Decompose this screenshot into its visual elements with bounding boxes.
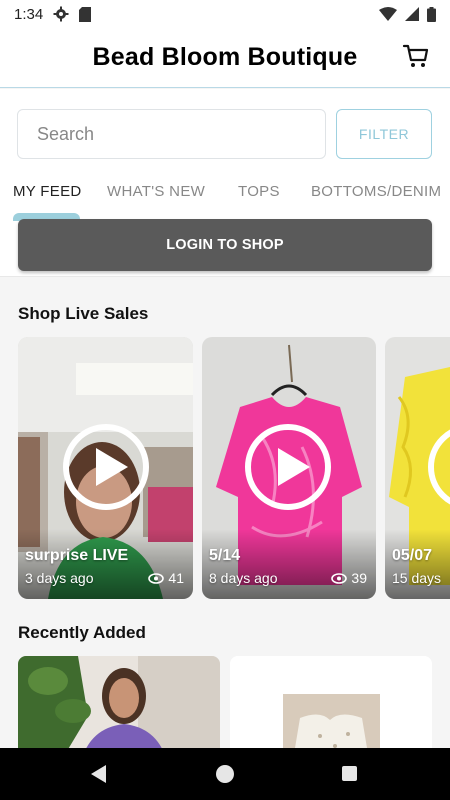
live-sale-date: 3 days ago — [25, 570, 94, 586]
tab-bottoms-denim[interactable]: BOTTOMS/DENIM — [311, 183, 441, 200]
login-banner: LOGIN TO SHOP — [0, 219, 450, 277]
live-sale-title: surprise LIVE — [25, 547, 129, 564]
live-sales-heading: Shop Live Sales — [18, 304, 149, 323]
app-header: Bead Bloom Boutique — [0, 28, 450, 88]
gear-icon — [53, 6, 69, 22]
app-screen: 1:34 Bead Bloom Boutique Search FILTER M… — [0, 0, 450, 800]
eye-icon — [148, 572, 165, 584]
recents-icon[interactable] — [342, 766, 357, 781]
search-row: Search FILTER — [0, 89, 450, 177]
app-title: Bead Bloom Boutique — [92, 43, 358, 71]
wifi-icon — [379, 7, 397, 21]
tab-my-feed[interactable]: MY FEED — [13, 183, 82, 200]
signal-icon — [405, 7, 419, 21]
sd-card-icon — [79, 6, 92, 22]
view-count: 41 — [148, 570, 184, 586]
status-time: 1:34 — [14, 5, 44, 23]
battery-icon — [427, 6, 436, 22]
search-input[interactable]: Search — [17, 109, 326, 159]
view-count-value: 39 — [351, 570, 367, 586]
live-sale-title: 05/07 — [392, 547, 433, 564]
filter-button[interactable]: FILTER — [336, 109, 432, 159]
live-sale-date: 8 days ago — [209, 570, 278, 586]
back-icon[interactable] — [91, 765, 106, 783]
status-bar: 1:34 — [0, 0, 450, 28]
system-nav-bar — [0, 748, 450, 800]
eye-icon — [331, 572, 348, 584]
live-sale-card[interactable]: 5/14 8 days ago 39 — [202, 337, 376, 599]
category-tabs: MY FEED WHAT'S NEW TOPS BOTTOMS/DENIM — [0, 177, 450, 221]
play-icon[interactable] — [63, 424, 149, 510]
play-icon[interactable] — [245, 424, 331, 510]
live-sale-date: 15 days — [392, 570, 442, 586]
cart-icon[interactable] — [402, 42, 430, 70]
view-count: 39 — [331, 570, 367, 586]
recently-added-heading: Recently Added — [18, 623, 146, 642]
live-sale-title: 5/14 — [209, 547, 241, 564]
live-sale-card[interactable]: 05/07 15 days — [385, 337, 450, 599]
tab-tops[interactable]: TOPS — [238, 183, 280, 200]
login-to-shop-button[interactable]: LOGIN TO SHOP — [18, 219, 432, 271]
tab-whats-new[interactable]: WHAT'S NEW — [107, 183, 205, 200]
view-count-value: 41 — [168, 570, 184, 586]
live-sale-card[interactable]: surprise LIVE 3 days ago 41 — [18, 337, 193, 599]
home-icon[interactable] — [216, 765, 234, 783]
